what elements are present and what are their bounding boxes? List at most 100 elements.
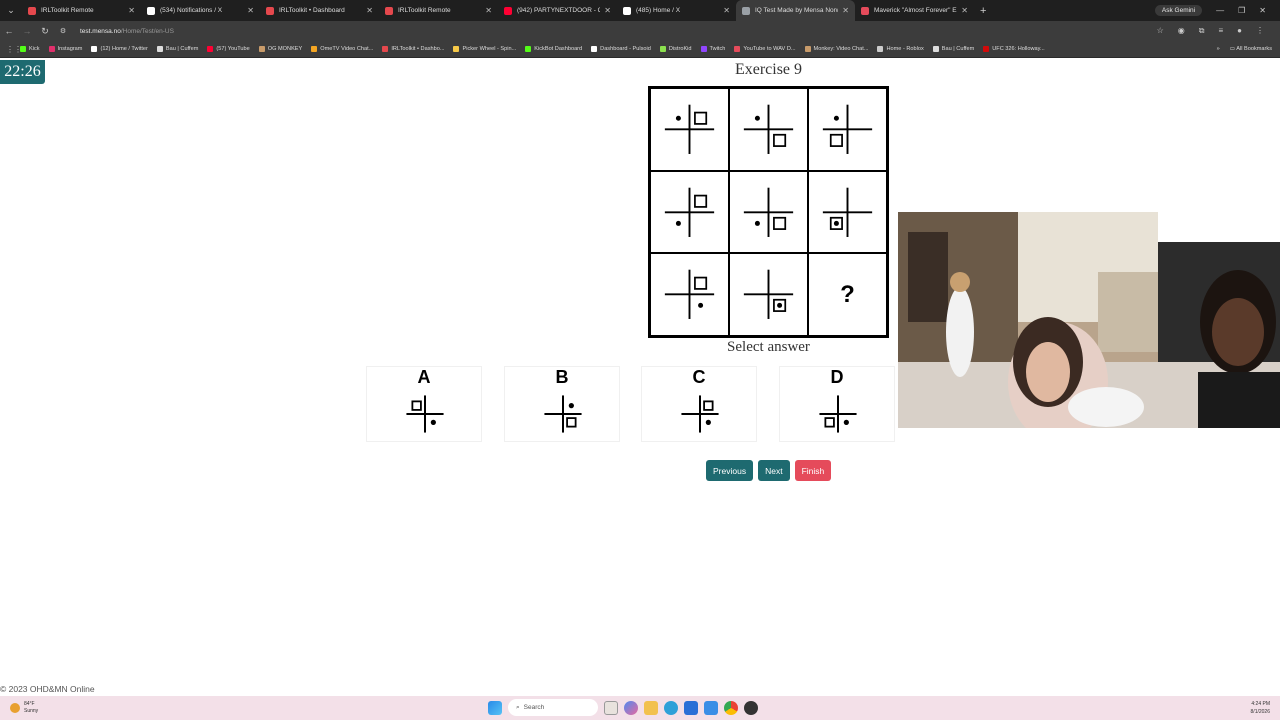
- bookmark-item[interactable]: UFC 326: Holloway...: [983, 46, 1045, 52]
- ask-gemini-button[interactable]: Ask Gemini: [1154, 5, 1203, 16]
- browser-tab[interactable]: (534) Notifications / X ✕: [141, 0, 260, 21]
- square-shape: [694, 277, 708, 291]
- square-shape: [566, 417, 577, 428]
- tab-close-icon[interactable]: ✕: [842, 6, 849, 15]
- restore-icon[interactable]: ❐: [1238, 6, 1245, 15]
- answer-option[interactable]: B: [504, 366, 620, 442]
- bookmark-item[interactable]: Dashboard - Pulsoid: [591, 46, 651, 52]
- tab-close-icon[interactable]: ✕: [485, 6, 492, 15]
- next-button[interactable]: Next: [758, 460, 790, 481]
- bookmark-item[interactable]: Bau | Cuffem: [156, 46, 199, 52]
- bookmark-label: Twitch: [709, 46, 726, 52]
- bookmark-favicon-icon: [207, 46, 214, 52]
- bookmark-item[interactable]: Instagram: [48, 46, 82, 52]
- bookmark-item[interactable]: (57) YouTube: [207, 46, 250, 52]
- windows-start-icon[interactable]: [488, 700, 502, 715]
- new-tab-icon[interactable]: +: [980, 5, 986, 17]
- option-figure: [819, 395, 857, 433]
- select-answer-label: Select answer: [727, 339, 810, 355]
- edge-icon[interactable]: [664, 700, 678, 715]
- browser-tab[interactable]: Maverick "Almost Forever" EP ✕: [855, 0, 974, 21]
- bookmark-item[interactable]: YouTube to WAV D...: [734, 46, 796, 52]
- tab-strip: IRLToolkit Remote ✕ (534) Notifications / …: [22, 0, 974, 21]
- browser-tab[interactable]: IRLToolkit Remote ✕: [379, 0, 498, 21]
- bookmark-item[interactable]: Picker Wheel - Spin...: [453, 46, 516, 52]
- dot-shape: [777, 303, 783, 309]
- bookmark-label: (12) Home / Twitter: [100, 46, 148, 52]
- bookmark-star-icon[interactable]: ☆: [1157, 26, 1164, 36]
- bookmark-item[interactable]: OmeTV Video Chat...: [311, 46, 373, 52]
- tab-favicon-icon: [266, 6, 274, 15]
- store-icon[interactable]: [684, 700, 698, 715]
- mail-icon[interactable]: [704, 700, 718, 715]
- bookmark-item[interactable]: KickBot Dashboard: [525, 46, 582, 52]
- tab-close-icon[interactable]: ✕: [128, 6, 135, 15]
- weather-widget[interactable]: 84°F Sunny: [0, 701, 38, 715]
- bookmark-item[interactable]: Monkey: Video Chat...: [804, 46, 868, 52]
- previous-button[interactable]: Previous: [706, 460, 754, 481]
- close-window-icon[interactable]: ✕: [1259, 6, 1266, 15]
- browser-tab[interactable]: IQ Test Made by Mensa Norwe ✕: [736, 0, 855, 21]
- tab-close-icon[interactable]: ✕: [723, 6, 730, 15]
- matrix-cell: [729, 170, 808, 254]
- matrix-figure: [664, 104, 715, 154]
- url-field[interactable]: test.mensa.no/Home/Test/en-US: [80, 28, 1157, 35]
- bookmark-label: OmeTV Video Chat...: [320, 46, 374, 52]
- browser-tab[interactable]: IRLToolkit Remote ✕: [22, 0, 141, 21]
- bookmark-item[interactable]: IRLToolkit • Dashbo...: [382, 46, 444, 52]
- tab-close-icon[interactable]: ✕: [961, 6, 968, 15]
- answer-option[interactable]: C: [641, 366, 757, 442]
- dot-shape: [675, 220, 681, 226]
- answer-option[interactable]: A: [366, 366, 482, 442]
- bookmark-label: YouTube to WAV D...: [743, 46, 796, 52]
- browser-tab[interactable]: (485) Home / X ✕: [617, 0, 736, 21]
- profile-icon[interactable]: ●: [1237, 26, 1242, 36]
- answer-option[interactable]: D: [779, 366, 895, 442]
- puzzle-matrix: ?: [648, 86, 889, 338]
- tab-title: Maverick "Almost Forever" EP: [874, 7, 958, 14]
- forward-icon[interactable]: →: [18, 26, 36, 36]
- bookmarks-overflow-icon[interactable]: »: [1217, 46, 1220, 52]
- bookmark-item[interactable]: (12) Home / Twitter: [91, 46, 148, 52]
- bookmark-item[interactable]: Bau | Cuffem: [932, 46, 974, 52]
- chrome-icon[interactable]: [724, 700, 738, 715]
- matrix-figure: [822, 104, 873, 154]
- window-controls: Ask Gemini — ❐ ✕: [1154, 5, 1280, 16]
- browser-tab[interactable]: IRLToolkit • Dashboard ✕: [260, 0, 379, 21]
- bookmark-favicon-icon: [932, 46, 939, 52]
- taskbar-search[interactable]: ⌕ Search: [508, 699, 598, 716]
- tab-title: IRLToolkit • Dashboard: [279, 7, 345, 14]
- tab-close-icon[interactable]: ✕: [366, 6, 373, 15]
- widgets-icon[interactable]: [604, 700, 618, 715]
- tab-bar: ⌄ IRLToolkit Remote ✕ (534) Notifications …: [0, 0, 1280, 21]
- extensions-puzzle-icon[interactable]: ⧉: [1199, 26, 1205, 36]
- dot-shape: [754, 115, 760, 121]
- all-bookmarks-button[interactable]: ▭ All Bookmarks: [1230, 46, 1272, 52]
- apps-grid-icon[interactable]: ⋮⋮: [6, 45, 22, 54]
- exercise-title: Exercise 9: [734, 61, 803, 78]
- copilot-icon[interactable]: [624, 700, 638, 715]
- bookmark-item[interactable]: Home - Roblox: [877, 46, 924, 52]
- tab-close-icon[interactable]: ✕: [247, 6, 254, 15]
- extension-icon[interactable]: ◉: [1178, 26, 1185, 36]
- bookmark-item[interactable]: Twitch: [700, 46, 726, 52]
- minimize-icon[interactable]: —: [1216, 6, 1224, 15]
- file-explorer-icon[interactable]: [644, 700, 658, 715]
- bookmark-item[interactable]: Kick: [20, 46, 40, 52]
- bookmark-item[interactable]: OG MONKEY: [258, 46, 302, 52]
- media-icon[interactable]: ≡: [1218, 26, 1223, 36]
- system-clock[interactable]: 4:24 PM 8/1/2026: [1251, 700, 1270, 716]
- tab-search-icon[interactable]: ⌄: [0, 0, 22, 21]
- browser-tab[interactable]: (942) PARTYNEXTDOOR - Only✕: [498, 0, 617, 21]
- reload-icon[interactable]: ↻: [36, 26, 54, 37]
- bookmark-item[interactable]: DistroKid: [659, 46, 692, 52]
- app-icon[interactable]: [744, 700, 758, 715]
- back-icon[interactable]: ←: [0, 26, 18, 36]
- menu-icon[interactable]: ⋮: [1256, 26, 1264, 36]
- url-path: /Home/Test/en-US: [120, 27, 174, 35]
- bookmark-label: Bau | Cuffem: [165, 46, 199, 52]
- site-info-icon[interactable]: ⚙: [54, 27, 72, 35]
- tab-close-icon[interactable]: ✕: [604, 6, 611, 15]
- tab-favicon-icon: [623, 6, 631, 15]
- finish-button[interactable]: Finish: [794, 460, 832, 481]
